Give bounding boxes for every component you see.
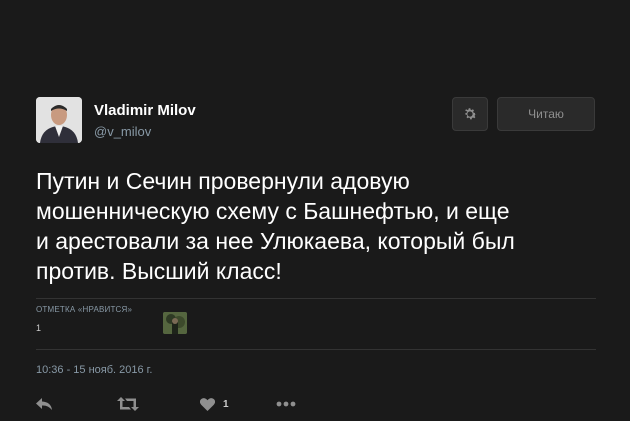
- retweet-icon: [117, 397, 139, 411]
- tweet-timestamp[interactable]: 10:36 - 15 нояб. 2016 г.: [36, 364, 152, 376]
- tweet-text: Путин и Сечин провернули адовую мошеннич…: [36, 166, 596, 286]
- tweet-text-line: против. Высший класс!: [36, 258, 282, 284]
- more-icon: [276, 401, 296, 407]
- more-button[interactable]: [276, 394, 296, 414]
- reply-button[interactable]: [36, 394, 53, 414]
- author-handle[interactable]: @v_milov: [94, 124, 151, 139]
- gear-icon: [465, 108, 477, 120]
- follow-button[interactable]: Читаю: [497, 97, 595, 131]
- settings-button[interactable]: [452, 97, 488, 131]
- divider: [36, 349, 596, 350]
- author-avatar[interactable]: [36, 97, 82, 143]
- divider: [36, 298, 596, 299]
- likes-label[interactable]: ОТМЕТКА «НРАВИТСЯ»: [36, 305, 132, 314]
- like-button[interactable]: 1: [200, 394, 229, 414]
- tweet-card: Vladimir Milov @v_milov Читаю Путин и Се…: [0, 0, 630, 421]
- tweet-text-line: Путин и Сечин провернули адовую: [36, 168, 410, 194]
- author-name[interactable]: Vladimir Milov: [94, 102, 196, 119]
- tweet-text-line: и арестовали за нее Улюкаева, который бы…: [36, 228, 515, 254]
- reply-icon: [36, 398, 52, 410]
- like-count: 1: [223, 398, 229, 410]
- likes-count[interactable]: 1: [36, 323, 41, 333]
- retweet-button[interactable]: [117, 394, 139, 414]
- tweet-text-line: мошенническую схему с Башнефтью, и еще: [36, 198, 510, 224]
- heart-icon: [200, 397, 215, 411]
- liker-avatar[interactable]: [163, 312, 187, 334]
